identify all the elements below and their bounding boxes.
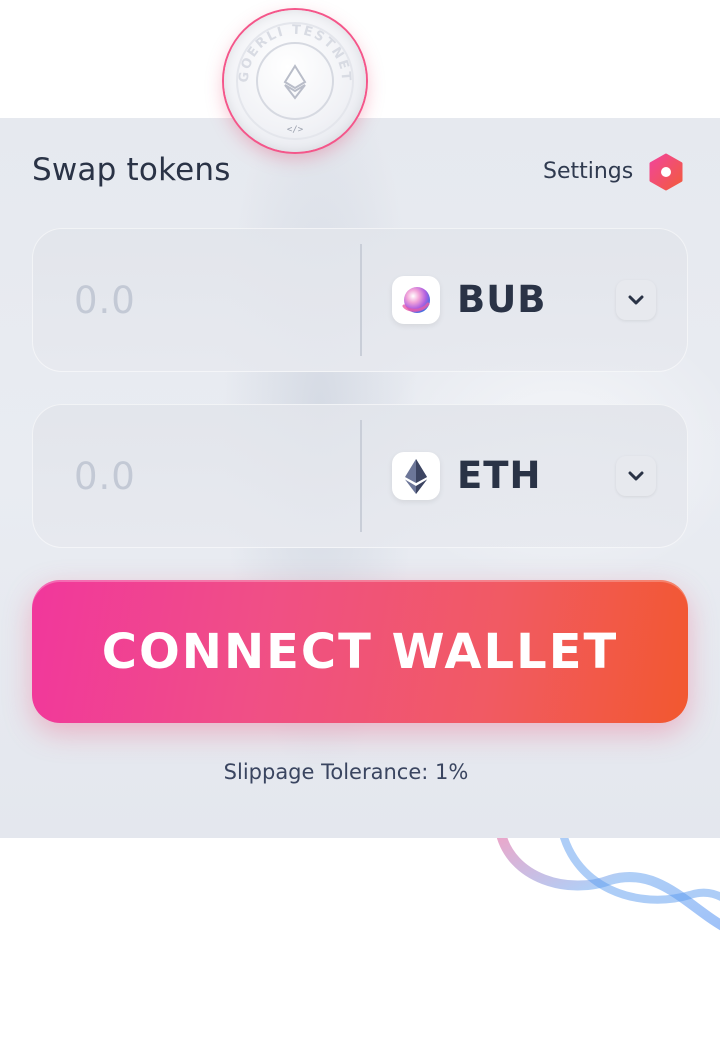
goerli-testnet-coin: GOERLI TESTNET </> [224, 10, 366, 152]
slippage-tolerance: Slippage Tolerance: 1% [223, 760, 469, 784]
from-token-dropdown[interactable] [616, 280, 656, 320]
field-divider [360, 420, 362, 532]
from-token-field: BUB [32, 228, 688, 372]
chevron-down-icon [628, 295, 644, 305]
to-token-symbol: ETH [457, 454, 542, 497]
bub-token-icon [392, 276, 440, 324]
connect-wallet-button[interactable]: CONNECT WALLET [32, 580, 688, 723]
page-title: Swap tokens [32, 152, 231, 188]
swap-page: GOERLI TESTNET </> Swap tokens Settings [0, 0, 720, 1041]
ethereum-icon [283, 64, 307, 100]
ethereum-icon [392, 452, 440, 500]
settings-link[interactable]: Settings [543, 159, 633, 184]
svg-text:</>: </> [287, 125, 304, 135]
svg-text:GOERLI TESTNET: GOERLI TESTNET [237, 23, 354, 83]
to-token-field: ETH [32, 404, 688, 548]
chevron-down-icon [628, 471, 644, 481]
to-amount-input[interactable] [72, 454, 326, 499]
to-token-dropdown[interactable] [616, 456, 656, 496]
hexagon-settings-icon[interactable] [648, 153, 684, 191]
code-icon: </> [287, 125, 304, 135]
from-token-symbol: BUB [457, 278, 547, 321]
field-divider [360, 244, 362, 356]
connect-wallet-label: CONNECT WALLET [101, 623, 619, 680]
from-amount-input[interactable] [72, 278, 326, 323]
